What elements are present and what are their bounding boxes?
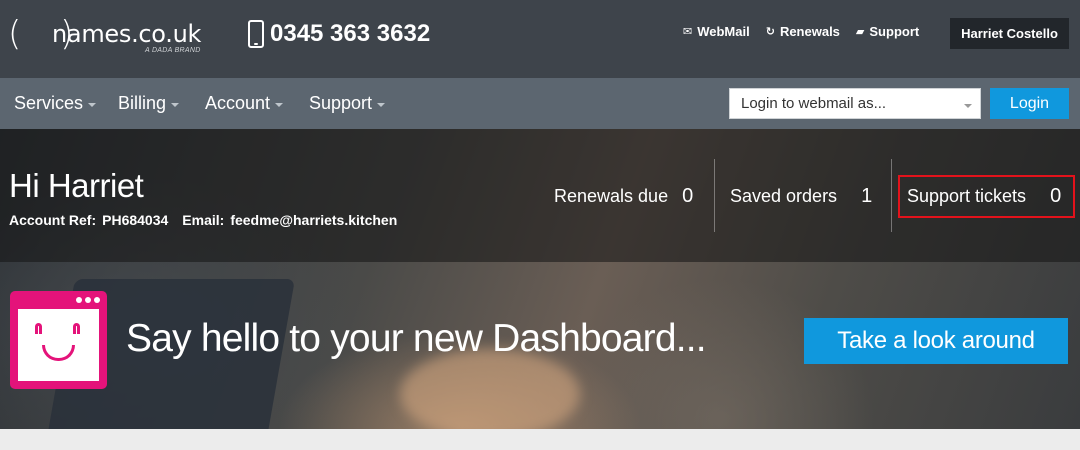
webmail-login-select[interactable]: Login to webmail as... xyxy=(729,88,981,119)
face-eye-left xyxy=(35,323,42,334)
phone-contact: 0345 363 3632 xyxy=(248,20,430,48)
window-screen xyxy=(18,309,99,381)
face-eye-right xyxy=(73,323,80,334)
face-mouth xyxy=(42,345,75,361)
top-header: ( ) names.co.uk A DADA BRAND 0345 363 36… xyxy=(0,0,1080,78)
support-tickets-highlight xyxy=(898,175,1075,218)
banner-headline: Say hello to your new Dashboard... xyxy=(126,317,707,360)
header-links: ✉ WebMail ↻ Renewals ▰ Support xyxy=(683,24,935,39)
logo-subtitle: A DADA BRAND xyxy=(145,47,201,54)
nav-services-label: Services xyxy=(14,93,84,113)
user-account-button[interactable]: Harriet Costello xyxy=(950,18,1069,49)
window-dots xyxy=(73,297,100,303)
account-ref-label: Account Ref: xyxy=(9,212,97,228)
support-link-label: Support xyxy=(869,24,920,39)
phone-number: 0345 363 3632 xyxy=(270,20,431,47)
nav-support[interactable]: Support xyxy=(309,93,386,114)
nav-services[interactable]: Services xyxy=(14,93,97,114)
nav-account[interactable]: Account xyxy=(205,93,284,114)
caret-down-icon xyxy=(275,102,284,107)
dashboard-smiley-icon xyxy=(10,291,107,389)
nav-account-label: Account xyxy=(205,93,271,113)
webmail-link[interactable]: ✉ WebMail xyxy=(683,24,750,39)
support-link[interactable]: ▰ Support xyxy=(856,24,919,39)
stat-label: Saved orders xyxy=(730,186,838,206)
account-ref-value: PH684034 xyxy=(102,212,169,228)
stat-label: Renewals due xyxy=(554,186,669,206)
renewals-link-label: Renewals xyxy=(779,24,840,39)
caret-down-icon xyxy=(88,102,97,107)
stat-divider xyxy=(891,159,892,232)
chat-icon: ▰ xyxy=(855,26,865,38)
refresh-icon: ↻ xyxy=(765,26,775,38)
nav-billing-label: Billing xyxy=(118,93,167,113)
caret-down-icon xyxy=(377,102,386,107)
mobile-phone-icon xyxy=(248,20,264,48)
webmail-link-label: WebMail xyxy=(697,24,750,39)
account-summary-strip: Hi Harriet Account Ref: PH684034 Email: … xyxy=(0,129,1080,262)
logo-text: names.co.uk xyxy=(52,20,202,48)
dashboard-hero: Hi Harriet Account Ref: PH684034 Email: … xyxy=(0,129,1080,429)
stat-saved-orders[interactable]: Saved orders 1 xyxy=(730,185,872,208)
site-logo[interactable]: ( ) names.co.uk A DADA BRAND xyxy=(8,16,201,56)
envelope-icon: ✉ xyxy=(683,26,693,38)
stat-value: 1 xyxy=(861,185,873,207)
stat-value: 0 xyxy=(682,185,694,207)
stat-divider xyxy=(714,159,715,232)
renewals-link[interactable]: ↻ Renewals xyxy=(766,24,840,39)
email-label: Email: xyxy=(182,212,225,228)
email-value: feedme@harriets.kitchen xyxy=(230,212,398,228)
account-details: Account Ref: PH684034 Email: feedme@harr… xyxy=(9,212,403,228)
select-caret-icon xyxy=(964,104,972,108)
login-button[interactable]: Login xyxy=(990,88,1069,119)
caret-down-icon xyxy=(171,102,180,107)
take-a-look-button[interactable]: Take a look around xyxy=(804,318,1068,364)
webmail-select-value: Login to webmail as... xyxy=(741,95,887,112)
background-hand-image xyxy=(400,349,580,429)
stat-renewals-due[interactable]: Renewals due 0 xyxy=(554,185,693,208)
nav-support-label: Support xyxy=(309,93,373,113)
greeting-heading: Hi Harriet xyxy=(9,167,144,204)
nav-billing[interactable]: Billing xyxy=(118,93,180,114)
